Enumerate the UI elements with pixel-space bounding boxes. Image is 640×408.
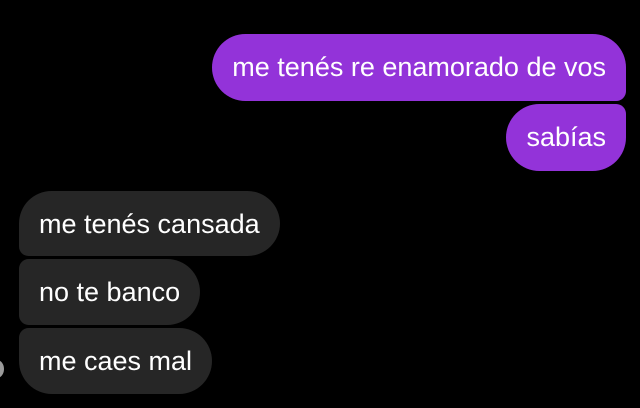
message-text: me tenés re enamorado de vos [232, 52, 606, 82]
message-bubble-received[interactable]: no te banco [19, 259, 201, 325]
avatar-icon[interactable] [0, 360, 4, 378]
message-text: me caes mal [39, 346, 193, 376]
message-bubble-received[interactable]: me tenés cansada [19, 191, 280, 256]
chat-thread: me tenés re enamorado de vos sabías me t… [0, 0, 640, 408]
message-text: me tenés cansada [39, 209, 260, 239]
message-bubble-received[interactable]: me caes mal [19, 328, 213, 394]
message-text: no te banco [39, 277, 181, 307]
message-text: sabías [526, 122, 606, 152]
message-bubble-sent[interactable]: me tenés re enamorado de vos [212, 34, 626, 101]
message-bubble-sent[interactable]: sabías [506, 104, 626, 171]
